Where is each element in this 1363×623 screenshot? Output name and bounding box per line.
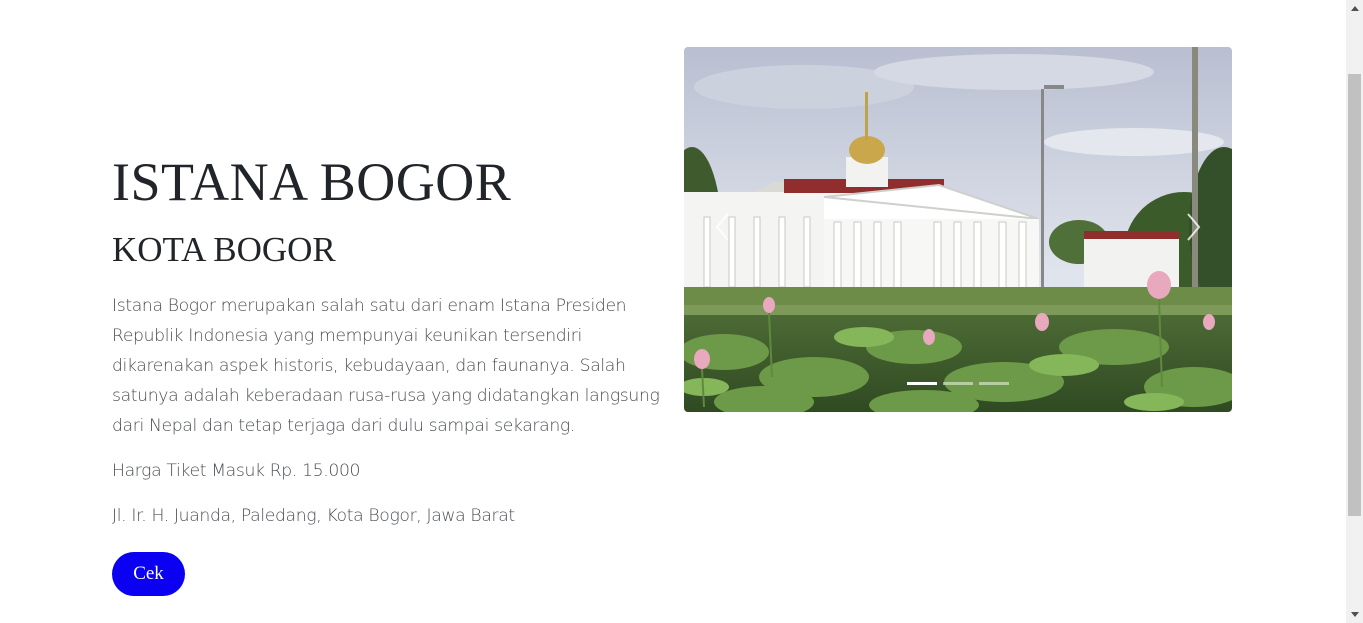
chevron-left-icon [715, 213, 729, 241]
carousel-indicators [907, 382, 1009, 385]
chevron-right-icon [1187, 213, 1201, 241]
image-carousel [684, 47, 1232, 412]
cek-button[interactable]: Cek [112, 552, 185, 596]
palace-photo [684, 47, 1232, 412]
scrollbar-thumb[interactable] [1348, 74, 1361, 516]
destination-info: ISTANA BOGOR KOTA BOGOR Istana Bogor mer… [112, 150, 672, 531]
city-subtitle: KOTA BOGOR [112, 230, 336, 269]
carousel-indicator-2[interactable] [943, 382, 973, 385]
carousel-next-button[interactable] [1178, 207, 1208, 247]
carousel-prev-button[interactable] [708, 207, 738, 247]
carousel-indicator-1[interactable] [907, 382, 937, 385]
description-text: Istana Bogor merupakan salah satu dari e… [112, 296, 660, 436]
ticket-price: Harga Tiket Masuk Rp. 15.000 [112, 461, 361, 481]
scroll-down-button[interactable] [1346, 606, 1363, 623]
vertical-scrollbar[interactable] [1346, 0, 1363, 623]
arrow-up-icon [1350, 6, 1359, 11]
main-content: ISTANA BOGOR KOTA BOGOR Istana Bogor mer… [0, 0, 1346, 623]
carousel-indicator-3[interactable] [979, 382, 1009, 385]
scroll-up-button[interactable] [1346, 0, 1363, 17]
arrow-down-icon [1350, 612, 1359, 617]
address-text: Jl. Ir. H. Juanda, Paledang, Kota Bogor,… [112, 506, 515, 526]
page-title: ISTANA BOGOR [112, 152, 512, 212]
